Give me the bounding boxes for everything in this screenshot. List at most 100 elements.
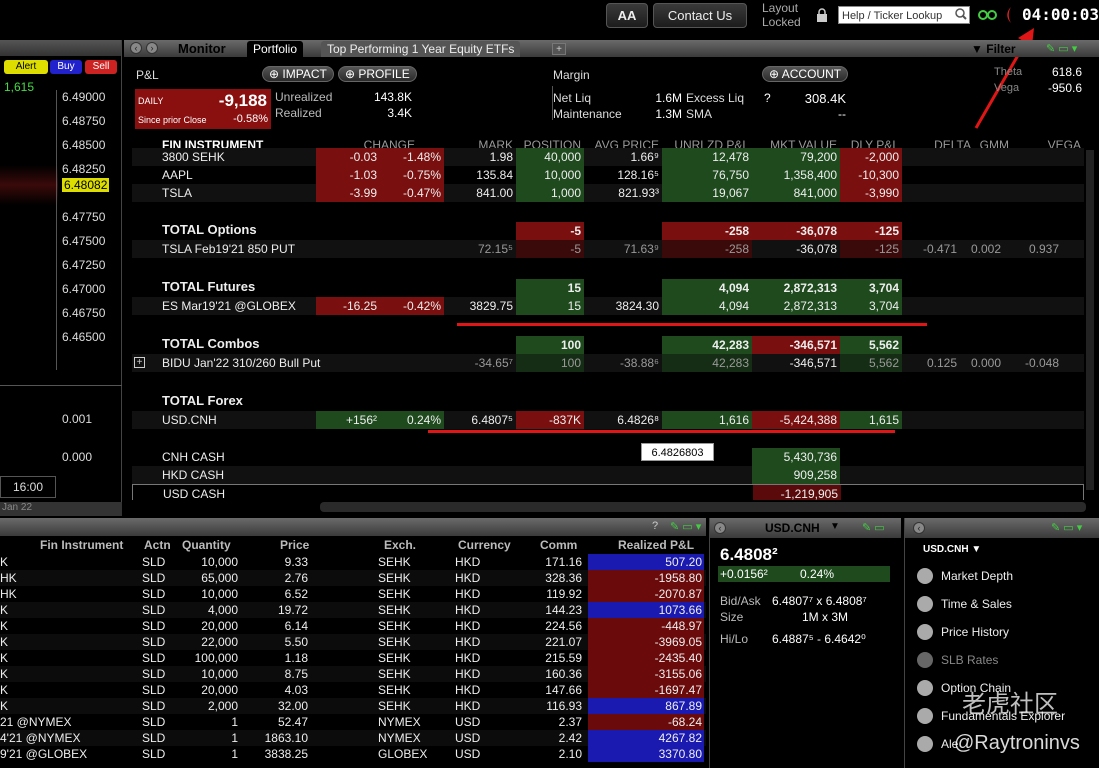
- contact-us-button[interactable]: Contact Us: [653, 3, 747, 28]
- font-size-button[interactable]: AA: [606, 3, 648, 28]
- sell-button[interactable]: Sell: [85, 60, 117, 74]
- grid-scrollbar[interactable]: [1086, 150, 1094, 490]
- trades-cell: 22,000: [201, 635, 238, 649]
- trades-header-cell[interactable]: Actn: [144, 538, 171, 552]
- trades-header-cell[interactable]: Quantity: [182, 538, 231, 552]
- add-tab-button[interactable]: +: [552, 43, 566, 55]
- tools-panel[interactable]: ‹ ✎ ▭ ▾ USD.CNH ▼ Market Depth Time & Sa…: [904, 518, 1099, 768]
- trades-header-cell[interactable]: Realized P&L: [618, 538, 694, 552]
- portfolio-grid[interactable]: FIN INSTRUMENT CHANGE MARK POSITION AVG PRIC…: [132, 138, 1084, 500]
- trades-cell: 4.03: [284, 683, 308, 697]
- grid-row[interactable]: TOTAL Options -5 -258 -36,078 -125: [132, 222, 1084, 240]
- trades-header-cell[interactable]: Price: [280, 538, 309, 552]
- filter-button[interactable]: ▼ Filter: [971, 42, 1016, 56]
- back-icon[interactable]: ‹: [913, 522, 925, 534]
- impact-button[interactable]: ⊕ IMPACT: [262, 66, 334, 82]
- window-controls[interactable]: ✎ ▭ ▾: [1051, 521, 1082, 534]
- grid-row[interactable]: CNH CASH 5,430,736: [132, 448, 1084, 466]
- grid-row[interactable]: USD CASH -1,219,905: [132, 484, 1084, 500]
- grid-row[interactable]: USD.CNH +156² 0.24% 6.4807⁵ -837K 6.4826⁸ 1,61…: [132, 411, 1084, 429]
- grid-row[interactable]: AAPL -1.03 -0.75% 135.84 10,000 128.16⁵ 76,750…: [132, 166, 1084, 184]
- grid-row[interactable]: TOTAL Futures 15 4,094 2,872,313 3,704: [132, 279, 1084, 297]
- expand-icon[interactable]: +: [134, 357, 145, 368]
- link-icon[interactable]: [978, 9, 998, 24]
- search-icon[interactable]: [955, 8, 967, 23]
- grid-row[interactable]: TSLA Feb19'21 850 PUT 72.15⁵ -5 71.63⁹ -258 -…: [132, 240, 1084, 258]
- table-row[interactable]: K SLD 20,000 6.14 SEHK HKD 224.56 -448.97: [0, 618, 706, 634]
- quote-panel[interactable]: ‹ USD.CNH ▼ ✎ ▭ 6.4808² +0.0156² 0.24% B…: [709, 518, 901, 768]
- table-row[interactable]: K SLD 20,000 4.03 SEHK HKD 147.66 -1697.47: [0, 682, 706, 698]
- grid-row[interactable]: BIDU Jan'22 310/260 Bull Put + -34.65⁷ 100 -…: [132, 354, 1084, 372]
- chevron-down-icon[interactable]: ▼: [830, 521, 840, 532]
- trades-header-cell[interactable]: Exch.: [384, 538, 416, 552]
- table-row[interactable]: K SLD 100,000 1.18 SEHK HKD 215.59 -2435.40: [0, 650, 706, 666]
- grid-row[interactable]: TOTAL Forex: [132, 393, 1084, 411]
- table-row[interactable]: K SLD 4,000 19.72 SEHK HKD 144.23 1073.66: [0, 602, 706, 618]
- price-history-item[interactable]: Price History: [917, 624, 1009, 640]
- window-controls[interactable]: ✎ ▭ ▾: [1046, 42, 1077, 55]
- grid-row[interactable]: 3800 SEHK -0.03 -1.48% 1.98 40,000 1.66⁹ 12,47…: [132, 148, 1084, 166]
- table-row[interactable]: 4'21 @NYMEX SLD 1 1863.10 NYMEX USD 2.42 4267.8…: [0, 730, 706, 746]
- alert-button[interactable]: Alert: [4, 60, 48, 74]
- time-sales-item[interactable]: Time & Sales: [917, 596, 1012, 612]
- trades-cell: 328.36: [545, 571, 582, 585]
- back-icon[interactable]: ‹: [714, 522, 726, 534]
- quote-symbol[interactable]: USD.CNH: [765, 521, 820, 535]
- trades-header-cell[interactable]: Comm: [540, 538, 577, 552]
- instrument-name: USD CASH: [163, 487, 226, 500]
- buy-button[interactable]: Buy: [50, 60, 82, 74]
- back-icon[interactable]: ‹: [130, 42, 142, 54]
- grid-cell-chg: -1.03: [316, 166, 380, 184]
- grid-row[interactable]: ES Mar19'21 @GLOBEX -16.25 -0.42% 3829.75 15…: [132, 297, 1084, 315]
- trades-panel[interactable]: ? ✎ ▭ ▾ Fin Instrument Actn Quantity Price E…: [0, 518, 706, 768]
- table-row[interactable]: 21 @NYMEX SLD 1 52.47 NYMEX USD 2.37 -68.24: [0, 714, 706, 730]
- grid-row[interactable]: TOTAL Combos 100 42,283 -346,571 5,562: [132, 336, 1084, 354]
- grid-cell-avg: 6.4826⁸: [617, 413, 659, 427]
- grid-row[interactable]: TSLA -3.99 -0.47% 841.00 1,000 821.93³ 19,067 8…: [132, 184, 1084, 202]
- tools-symbol[interactable]: USD.CNH ▼: [923, 544, 981, 555]
- layout-status[interactable]: Layout Locked: [762, 1, 801, 29]
- table-row[interactable]: K SLD 22,000 5.50 SEHK HKD 221.07 -3969.05: [0, 634, 706, 650]
- instrument-name: AAPL: [162, 168, 193, 182]
- chart-panel[interactable]: Alert Buy Sell 1,615 6.49000 6.48750 6.485…: [0, 40, 122, 516]
- trades-cell: SLD: [142, 555, 166, 569]
- table-row[interactable]: 9'21 @GLOBEX SLD 1 3838.25 GLOBEX USD 2.10 3370…: [0, 746, 706, 762]
- table-row[interactable]: HK SLD 10,000 6.52 SEHK HKD 119.92 -2070.87: [0, 586, 706, 602]
- grid-cell-dly: 5,562: [840, 354, 902, 372]
- table-row[interactable]: K SLD 10,000 9.33 SEHK HKD 171.16 507.20: [0, 554, 706, 570]
- forward-icon[interactable]: ›: [146, 42, 158, 54]
- trades-cell: K: [0, 667, 9, 681]
- grid-h-scrollbar[interactable]: [320, 502, 1086, 512]
- account-button[interactable]: ⊕ ACCOUNT: [762, 66, 849, 82]
- table-row[interactable]: K SLD 10,000 8.75 SEHK HKD 160.36 -3155.06: [0, 666, 706, 682]
- excess-help[interactable]: ?: [764, 91, 771, 105]
- market-depth-item[interactable]: Market Depth: [917, 568, 1013, 584]
- price-tick: 6.47250: [62, 258, 106, 272]
- tab-top-etfs[interactable]: Top Performing 1 Year Equity ETFs: [321, 41, 521, 57]
- window-controls[interactable]: ✎ ▭: [862, 521, 885, 534]
- trades-cell: SLD: [142, 635, 166, 649]
- trades-cell: 1073.66: [588, 602, 704, 618]
- trades-cell: SLD: [142, 651, 166, 665]
- table-row[interactable]: HK SLD 65,000 2.76 SEHK HKD 328.36 -1958.80: [0, 570, 706, 586]
- window-controls[interactable]: ✎ ▭ ▾: [670, 520, 701, 533]
- instrument-name: BIDU Jan'22 310/260 Bull Put: [162, 356, 321, 370]
- trades-header-cell[interactable]: Fin Instrument: [40, 538, 123, 552]
- fundamentals-icon: [917, 708, 933, 724]
- table-row[interactable]: K SLD 2,000 32.00 SEHK HKD 116.93 867.89: [0, 698, 706, 714]
- alerts-item[interactable]: Ale: [917, 736, 958, 752]
- trades-cell: USD: [455, 747, 481, 761]
- ticker-lookup-input[interactable]: Help / Ticker Lookup: [838, 6, 970, 24]
- help-icon[interactable]: ?: [652, 520, 658, 532]
- tab-portfolio[interactable]: Portfolio: [247, 41, 304, 57]
- trades-cell: HKD: [455, 699, 481, 713]
- profile-button[interactable]: ⊕ PROFILE: [338, 66, 417, 82]
- grid-cell-gmm: 0.002: [970, 242, 1001, 256]
- chart-area[interactable]: [0, 165, 58, 205]
- slb-rates-item[interactable]: SLB Rates: [917, 652, 998, 668]
- grid-row[interactable]: HKD CASH 909,258: [132, 466, 1084, 484]
- trades-cell: K: [0, 555, 9, 569]
- chart-scrollbar[interactable]: Jan 22: [0, 502, 122, 516]
- lock-icon[interactable]: [816, 8, 828, 22]
- trades-header-cell[interactable]: Currency: [458, 538, 511, 552]
